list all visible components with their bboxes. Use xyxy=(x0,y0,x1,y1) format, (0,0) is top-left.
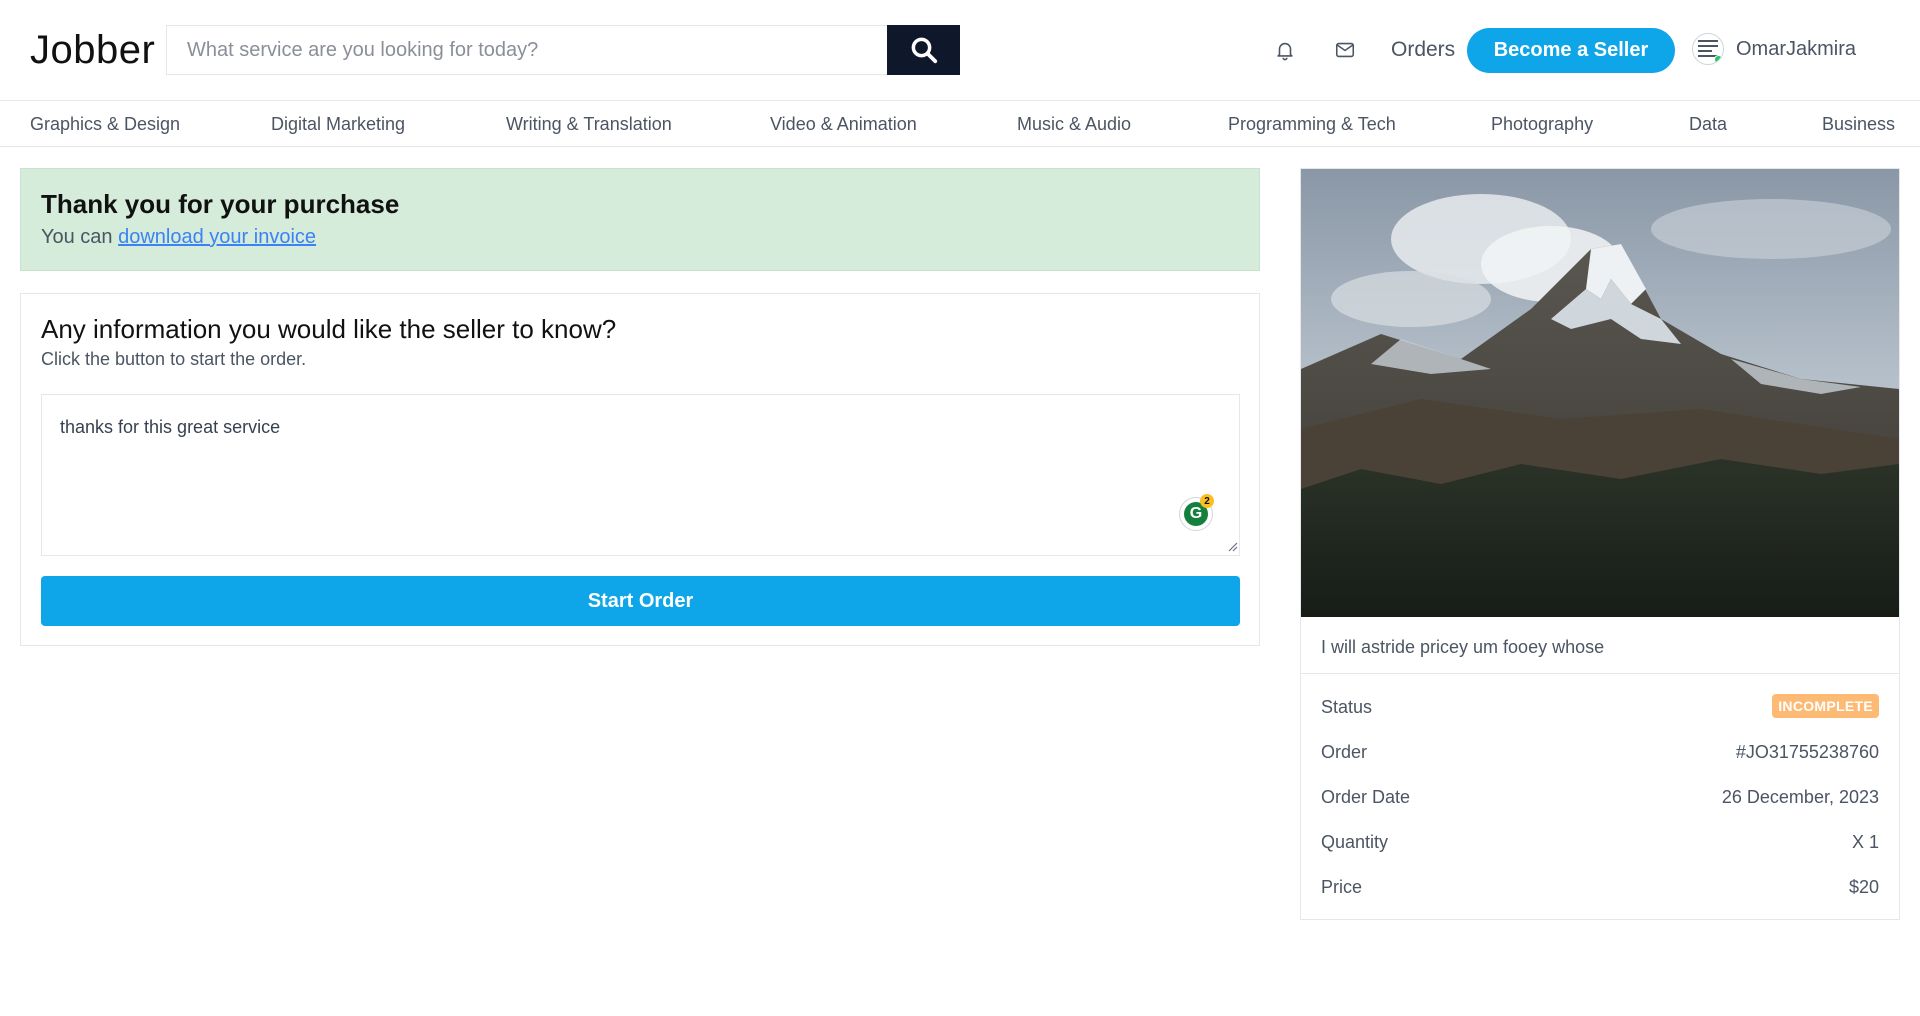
site-logo[interactable]: Jobber xyxy=(30,28,155,73)
avatar[interactable] xyxy=(1692,33,1724,65)
search-input[interactable] xyxy=(166,25,887,75)
become-seller-button[interactable]: Become a Seller xyxy=(1467,28,1675,73)
order-date-value: 26 December, 2023 xyxy=(1721,787,1879,807)
price-row: Price $20 xyxy=(1321,873,1879,903)
price-value: $20 xyxy=(1848,877,1879,897)
seller-info-subtitle: Click the button to start the order. xyxy=(41,349,307,369)
category-video-animation[interactable]: Video & Animation xyxy=(770,114,917,135)
category-writing-translation[interactable]: Writing & Translation xyxy=(506,114,672,135)
username[interactable]: OmarJakmira xyxy=(1736,38,1856,61)
purchase-success-title: Thank you for your purchase xyxy=(41,189,400,219)
seller-info-panel: Any information you would like the selle… xyxy=(20,293,1260,646)
notifications-button[interactable] xyxy=(1272,37,1298,63)
category-digital-marketing[interactable]: Digital Marketing xyxy=(271,114,405,135)
grammarly-button[interactable]: G 2 xyxy=(1179,494,1214,531)
order-date-row: Order Date 26 December, 2023 xyxy=(1321,783,1879,813)
category-music-audio[interactable]: Music & Audio xyxy=(1017,114,1131,135)
status-label: Status xyxy=(1321,697,1373,717)
seller-info-textarea[interactable]: thanks for this great service xyxy=(41,394,1240,556)
category-data[interactable]: Data xyxy=(1689,114,1727,135)
seller-info-title: Any information you would like the selle… xyxy=(41,314,617,344)
bell-icon xyxy=(1277,42,1293,61)
category-programming-tech[interactable]: Programming & Tech xyxy=(1228,114,1396,135)
card-divider xyxy=(1301,673,1899,674)
status-row: Status INCOMPLETE xyxy=(1321,693,1879,723)
resize-handle-icon[interactable] xyxy=(1226,540,1238,552)
messages-button[interactable] xyxy=(1332,37,1358,63)
category-nav: Graphics & Design Digital Marketing Writ… xyxy=(0,101,1920,147)
envelope-icon xyxy=(1335,42,1355,58)
order-id-value: #JO31755238760 xyxy=(1735,742,1879,762)
price-label: Price xyxy=(1321,877,1363,897)
purchase-success-banner: Thank you for your purchase You can down… xyxy=(20,168,1260,271)
search-bar xyxy=(166,25,960,75)
search-icon xyxy=(911,37,937,64)
status-badge: INCOMPLETE xyxy=(1772,694,1879,718)
gig-title[interactable]: I will astride pricey um fooey whose xyxy=(1321,637,1604,658)
quantity-value: X 1 xyxy=(1851,832,1879,852)
quantity-row: Quantity X 1 xyxy=(1321,828,1879,858)
start-order-button[interactable]: Start Order xyxy=(41,576,1240,626)
gig-image xyxy=(1301,169,1899,617)
online-status-dot xyxy=(1714,55,1723,64)
quantity-label: Quantity xyxy=(1321,832,1389,852)
invoice-line: You can download your invoice xyxy=(41,226,1239,249)
grammarly-count-badge: 2 xyxy=(1200,494,1214,508)
order-date-label: Order Date xyxy=(1321,787,1411,807)
order-summary-card: I will astride pricey um fooey whose Sta… xyxy=(1300,168,1900,920)
download-invoice-link[interactable]: download your invoice xyxy=(118,226,316,248)
orders-link[interactable]: Orders xyxy=(1391,38,1455,62)
category-photography[interactable]: Photography xyxy=(1491,114,1593,135)
invoice-prefix: You can xyxy=(41,226,119,248)
order-id-label: Order xyxy=(1321,742,1368,762)
category-business[interactable]: Business xyxy=(1822,114,1895,135)
top-header: Jobber Orders Become a Seller OmarJakmir… xyxy=(0,0,1920,101)
category-graphics-design[interactable]: Graphics & Design xyxy=(30,114,180,135)
search-button[interactable] xyxy=(887,25,960,75)
order-id-row: Order #JO31755238760 xyxy=(1321,738,1879,768)
